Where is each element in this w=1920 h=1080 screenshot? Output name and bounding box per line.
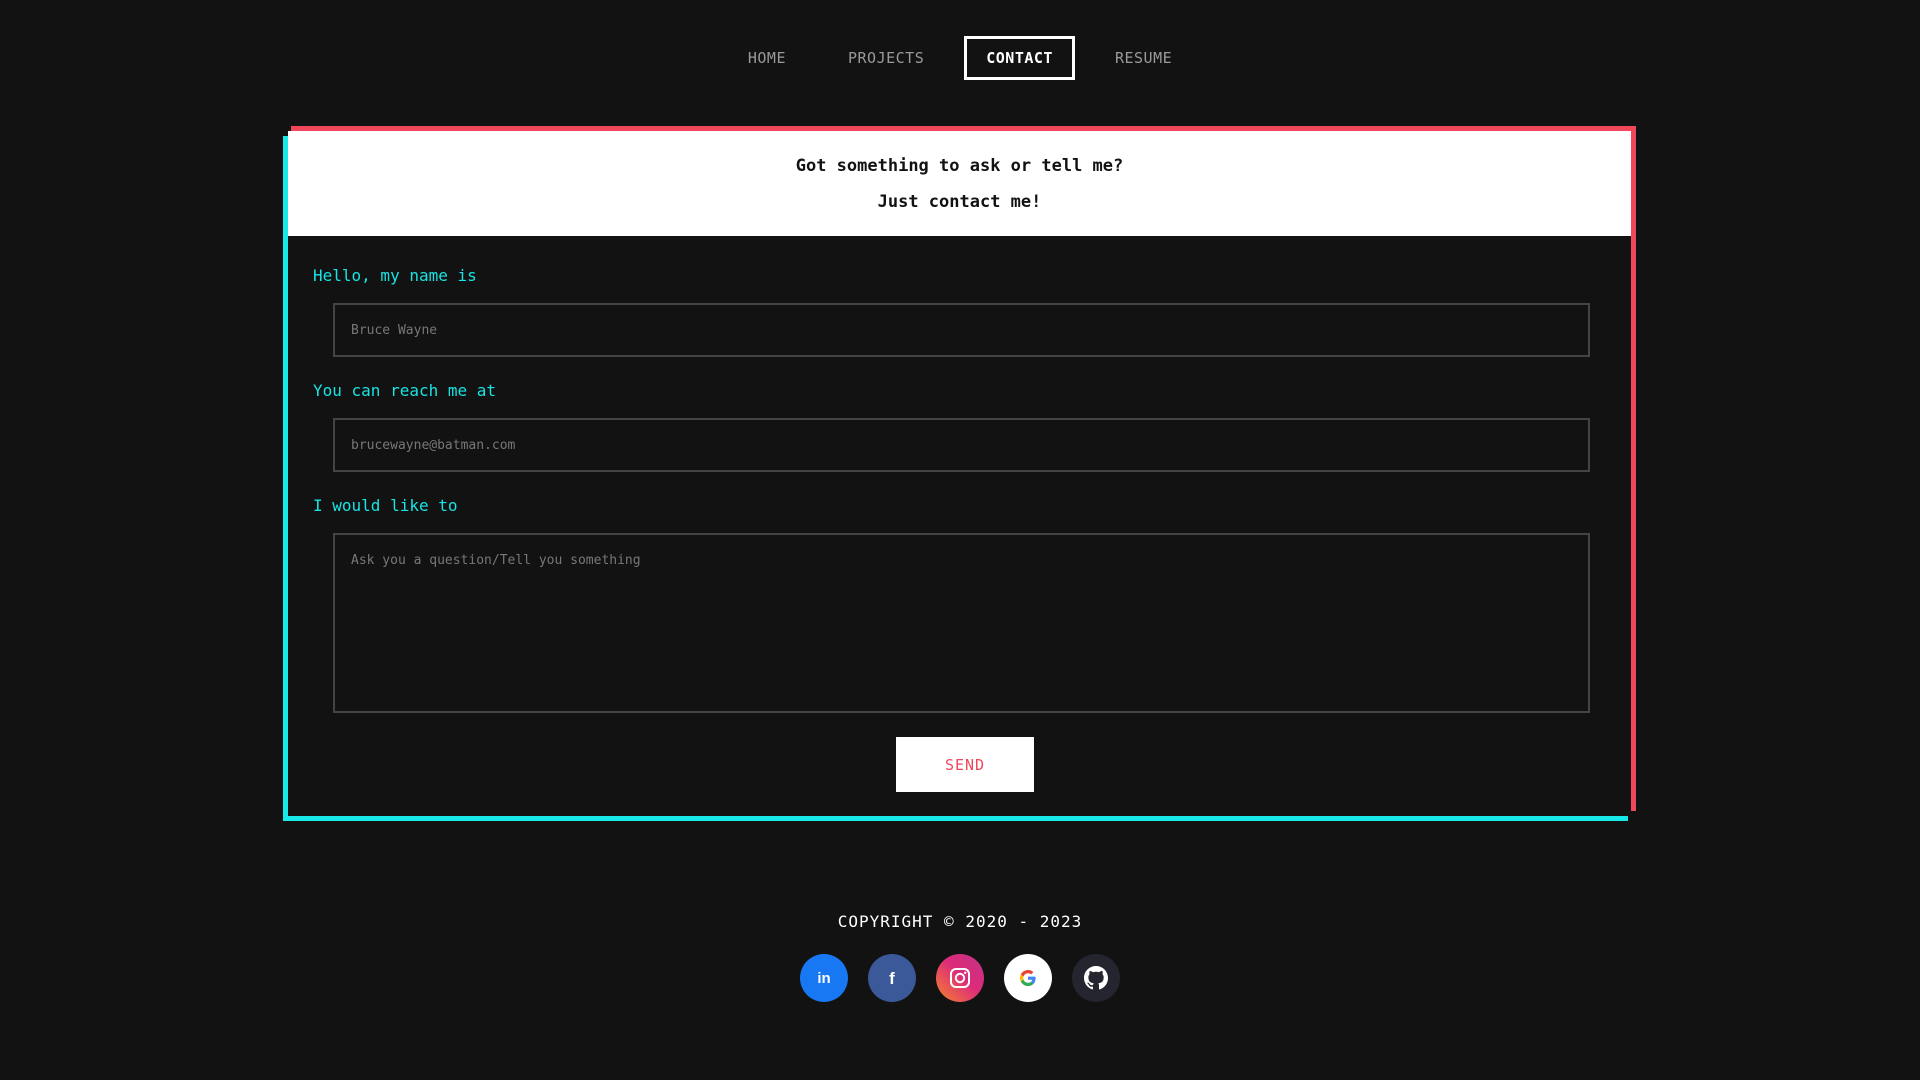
header-cta: Just contact me! [877, 191, 1042, 212]
linkedin-icon[interactable]: in [800, 954, 848, 1002]
header-question: Got something to ask or tell me? [795, 155, 1124, 176]
nav-contact[interactable]: CONTACT [964, 35, 1075, 80]
name-input[interactable] [333, 303, 1590, 357]
nav-projects[interactable]: PROJECTS [826, 36, 946, 80]
instagram-icon[interactable] [936, 954, 984, 1002]
nav-home[interactable]: HOME [726, 36, 808, 80]
svg-text:f: f [889, 969, 895, 988]
nav-resume[interactable]: RESUME [1093, 36, 1194, 80]
card-header: Got something to ask or tell me? Just co… [288, 131, 1631, 236]
message-label: I would like to [313, 496, 458, 515]
github-icon[interactable] [1072, 954, 1120, 1002]
social-links: in f [0, 954, 1920, 1002]
copyright-text: COPYRIGHT © 2020 - 2023 [837, 912, 1083, 931]
main-nav: HOME PROJECTS CONTACT RESUME [0, 35, 1920, 80]
contact-card: Got something to ask or tell me? Just co… [283, 126, 1636, 821]
name-label: Hello, my name is [313, 266, 477, 285]
email-label: You can reach me at [313, 381, 497, 400]
email-input[interactable] [333, 418, 1590, 472]
message-textarea[interactable] [333, 533, 1590, 713]
facebook-icon[interactable]: f [868, 954, 916, 1002]
send-button[interactable]: SEND [896, 737, 1034, 792]
google-icon[interactable] [1004, 954, 1052, 1002]
contact-form: Got something to ask or tell me? Just co… [288, 131, 1631, 811]
svg-text:in: in [817, 970, 830, 987]
